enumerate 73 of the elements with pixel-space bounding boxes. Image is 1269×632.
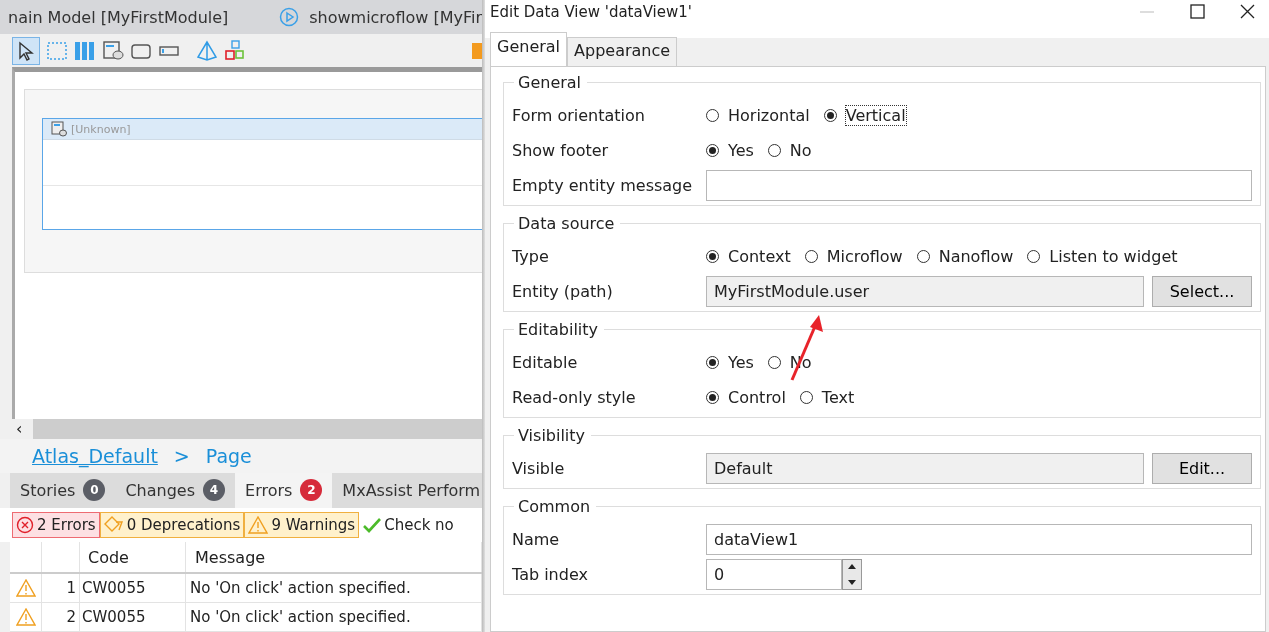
input-field[interactable] <box>706 170 1252 201</box>
number-field[interactable]: 0 <box>706 559 842 590</box>
error-icon <box>16 515 34 534</box>
pyramid-icon[interactable] <box>196 39 218 62</box>
filter-button[interactable]: 0 Deprecations <box>99 511 245 538</box>
field-label: Form orientation <box>512 106 646 125</box>
container-icon[interactable] <box>46 39 68 62</box>
radio-option[interactable]: Horizontal <box>706 106 810 125</box>
field-label: Visible <box>512 459 566 478</box>
warning-icon <box>248 515 269 534</box>
radio-option[interactable]: Text <box>799 388 855 407</box>
group-title: General <box>517 73 583 92</box>
spin-buttons[interactable] <box>842 559 862 590</box>
group-title: Data source <box>517 214 616 233</box>
table-cell: 2 <box>42 603 80 631</box>
check-now-button[interactable]: Check no <box>359 511 458 538</box>
scroll-left-button[interactable]: ‹ <box>0 419 33 439</box>
breadcrumb-separator: > <box>173 444 190 467</box>
field-label: Tab index <box>512 565 589 584</box>
dialog-tab[interactable]: Appearance <box>567 37 678 66</box>
panel-tab[interactable]: Changes 4 <box>115 472 235 508</box>
field-label: Name <box>512 530 561 549</box>
group-title: Common <box>517 497 592 516</box>
picker-button[interactable]: Select... <box>1152 276 1252 307</box>
table-cell: CW0055 <box>80 574 186 602</box>
field-label: Entity (path) <box>512 282 614 301</box>
count-badge: 4 <box>203 479 225 502</box>
count-badge: 0 <box>83 479 106 502</box>
field-label: Show footer <box>512 141 610 160</box>
radio-option[interactable]: Vertical <box>823 106 906 125</box>
input-field[interactable]: dataView1 <box>706 524 1252 555</box>
diamond-icon <box>103 515 124 534</box>
field-label: Read-only style <box>512 388 637 407</box>
data-view-icon[interactable] <box>102 39 124 62</box>
warning-icon <box>15 579 36 597</box>
count-badge: 2 <box>300 479 323 502</box>
radio-option[interactable]: Listen to widget <box>1027 247 1178 266</box>
picker-button[interactable]: Edit... <box>1152 453 1252 484</box>
input-field[interactable]: Default <box>706 453 1144 484</box>
field-label: Type <box>512 247 550 266</box>
radio-option[interactable]: No <box>767 141 812 160</box>
widget-label: [Unknown] <box>71 122 131 136</box>
panel-tab[interactable]: Errors 2 <box>235 472 333 508</box>
radio-option[interactable]: Control <box>706 388 786 407</box>
columns-icon[interactable] <box>74 39 96 62</box>
cubes-icon[interactable] <box>224 39 246 62</box>
field-label: Editable <box>512 353 579 372</box>
pointer-icon[interactable] <box>12 36 40 65</box>
dialog-tab[interactable]: General <box>490 32 568 66</box>
radio-option[interactable]: Yes <box>706 353 754 372</box>
table-cell: CW0055 <box>80 603 186 631</box>
radio-option[interactable]: Nanoflow <box>916 247 1014 266</box>
field-label: Empty entity message <box>512 176 694 195</box>
group-title: Editability <box>517 320 600 339</box>
table-cell: 1 <box>42 574 80 602</box>
filter-button[interactable]: 9 Warnings <box>244 511 360 538</box>
checkmark-icon <box>363 516 382 533</box>
radio-option[interactable]: Microflow <box>804 247 903 266</box>
radio-option[interactable]: Yes <box>706 141 754 160</box>
group-title: Visibility <box>517 426 587 445</box>
input-field[interactable]: MyFirstModule.user <box>706 276 1144 307</box>
document-tab[interactable]: nain Model [MyFirstModule] <box>8 7 229 27</box>
panel-tab[interactable]: Stories 0 <box>10 472 116 508</box>
square-icon[interactable] <box>472 42 482 59</box>
radio-option[interactable]: Context <box>706 247 791 266</box>
warning-icon <box>15 608 36 626</box>
play-icon <box>279 7 300 28</box>
window-title: Edit Data View 'dataView1' <box>490 3 692 21</box>
document-tab[interactable]: showmicroflow [MyFir <box>309 7 482 27</box>
data-view-icon <box>51 121 67 138</box>
panel-tab[interactable]: MxAssist Perform <box>332 472 482 508</box>
filter-button[interactable]: 2 Errors <box>12 511 100 538</box>
column-header[interactable]: Code <box>80 542 186 572</box>
